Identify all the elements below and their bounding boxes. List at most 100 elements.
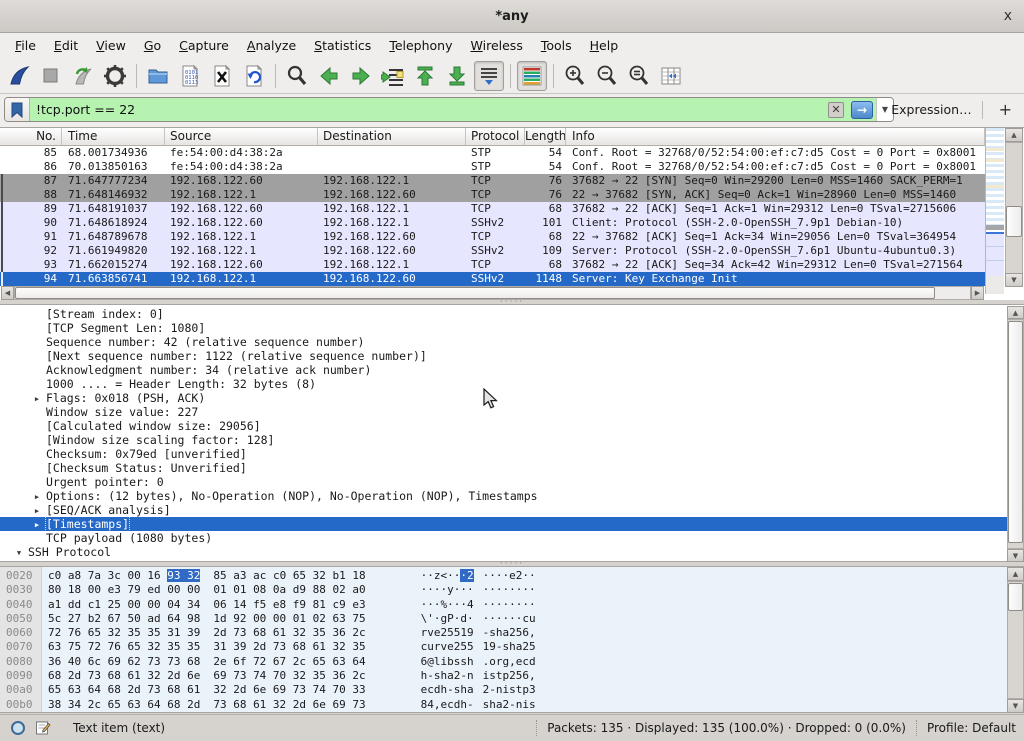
menu-wireless[interactable]: Wireless (462, 35, 532, 56)
colorize-toggle[interactable] (517, 61, 547, 91)
packet-row-94[interactable]: 9471.663856741192.168.122.1192.168.122.6… (0, 272, 985, 286)
detail-line[interactable]: Window size value: 227 (0, 405, 1014, 419)
hex-row-0030[interactable]: 003080 18 00 e3 79 ed 00 0001 01 08 0a d… (0, 583, 1000, 597)
find-packet-button[interactable] (282, 61, 312, 91)
go-last-button[interactable] (442, 61, 472, 91)
intelligent-scrollbar-minimap[interactable] (985, 128, 1004, 294)
packet-row-92[interactable]: 9271.661949820192.168.122.1192.168.122.6… (0, 244, 985, 258)
capture-comment-icon[interactable] (35, 720, 51, 736)
close-file-button[interactable] (207, 61, 237, 91)
zoom-original-button[interactable] (624, 61, 654, 91)
detail-line[interactable]: Acknowledgment number: 34 (relative ack … (0, 363, 1014, 377)
menu-analyze[interactable]: Analyze (238, 35, 305, 56)
save-file-button[interactable]: 010101100113 (175, 61, 205, 91)
packet-row-87[interactable]: 8771.647777234192.168.122.60192.168.122.… (0, 174, 985, 188)
menu-telephony[interactable]: Telephony (380, 35, 461, 56)
display-filter-input[interactable] (30, 98, 824, 121)
filter-clear-button[interactable]: ✕ (824, 98, 848, 121)
expression-button[interactable]: Expression… (891, 102, 971, 117)
menu-help[interactable]: Help (581, 35, 628, 56)
profile-text[interactable]: Profile: Default (927, 721, 1016, 735)
scroll-up-arrow-icon[interactable]: ▲ (1005, 128, 1023, 142)
filter-bookmark-button[interactable] (5, 98, 30, 121)
menu-edit[interactable]: Edit (45, 35, 87, 56)
go-forward-button[interactable] (346, 61, 376, 91)
menu-statistics[interactable]: Statistics (305, 35, 380, 56)
scroll-down-arrow-icon[interactable]: ▼ (1007, 549, 1024, 562)
hex-row-00b0[interactable]: 00b038 34 2c 65 63 64 68 2d73 68 61 32 2… (0, 698, 1000, 712)
zoom-out-button[interactable] (592, 61, 622, 91)
detail-line[interactable]: [TCP Segment Len: 1080] (0, 321, 1014, 335)
detail-line[interactable]: ▶Flags: 0x018 (PSH, ACK) (0, 391, 1014, 405)
hex-row-0090[interactable]: 009068 2d 73 68 61 32 2d 6e69 73 74 70 3… (0, 669, 1000, 683)
close-window-icon[interactable]: x (1004, 8, 1012, 24)
collapsed-arrow-icon[interactable]: ▶ (28, 504, 46, 517)
detail-line[interactable]: 1000 .... = Header Length: 32 bytes (8) (0, 377, 1014, 391)
scroll-right-arrow-icon[interactable]: ▶ (971, 286, 984, 300)
expert-info-icon[interactable] (10, 720, 26, 736)
hex-row-0080[interactable]: 008036 40 6c 69 62 73 73 682e 6f 72 67 2… (0, 655, 1000, 669)
collapsed-arrow-icon[interactable]: ▶ (28, 490, 46, 503)
packet-list-hscrollbar-thumb[interactable] (15, 287, 935, 299)
detail-line[interactable]: ▶Options: (12 bytes), No-Operation (NOP)… (0, 489, 1014, 503)
resize-columns-button[interactable] (656, 61, 686, 91)
column-header-proto[interactable]: Protocol (466, 128, 525, 145)
scroll-down-arrow-icon[interactable]: ▼ (1005, 273, 1023, 287)
stop-capture-button[interactable] (36, 61, 66, 91)
column-header-len[interactable]: Length (525, 128, 566, 145)
scroll-left-arrow-icon[interactable]: ◀ (1, 286, 14, 300)
scroll-up-arrow-icon[interactable]: ▲ (1007, 306, 1024, 319)
detail-line[interactable]: ▶[SEQ/ACK analysis] (0, 503, 1014, 517)
packet-row-86[interactable]: 8670.013850163fe:54:00:d4:38:2aSTP54Conf… (0, 160, 985, 174)
detail-line[interactable]: Sequence number: 42 (relative sequence n… (0, 335, 1014, 349)
auto-scroll-toggle[interactable] (474, 61, 504, 91)
detail-line[interactable]: [Window size scaling factor: 128] (0, 433, 1014, 447)
detail-line[interactable]: [Calculated window size: 29056] (0, 419, 1014, 433)
scroll-down-arrow-icon[interactable]: ▼ (1007, 699, 1024, 713)
collapsed-arrow-icon[interactable]: ▶ (28, 518, 46, 531)
capture-options-button[interactable] (100, 61, 130, 91)
go-first-button[interactable] (410, 61, 440, 91)
open-file-button[interactable] (143, 61, 173, 91)
hex-row-0040[interactable]: 0040a1 dd c1 25 00 00 04 3406 14 f5 e8 f… (0, 598, 1000, 612)
packet-row-90[interactable]: 9071.648618924192.168.122.60192.168.122.… (0, 216, 985, 230)
details-vscrollbar-thumb[interactable] (1008, 321, 1023, 543)
hex-row-0050[interactable]: 00505c 27 b2 67 50 ad 64 981d 92 00 00 0… (0, 612, 1000, 626)
zoom-in-button[interactable] (560, 61, 590, 91)
hex-row-00a0[interactable]: 00a065 63 64 68 2d 73 68 6132 2d 6e 69 7… (0, 683, 1000, 697)
column-header-src[interactable]: Source (165, 128, 318, 145)
packet-list-vscrollbar-thumb[interactable] (1006, 206, 1022, 237)
detail-line[interactable]: ▼SSH Protocol (0, 545, 1014, 559)
detail-line[interactable]: Urgent pointer: 0 (0, 475, 1014, 489)
go-back-button[interactable] (314, 61, 344, 91)
packet-row-88[interactable]: 8871.648146932192.168.122.1192.168.122.6… (0, 188, 985, 202)
packet-row-85[interactable]: 8568.001734936fe:54:00:d4:38:2aSTP54Conf… (0, 146, 985, 160)
menu-go[interactable]: Go (135, 35, 170, 56)
go-to-packet-button[interactable] (378, 61, 408, 91)
detail-line[interactable]: ▶[Timestamps] (0, 517, 1014, 531)
column-header-time[interactable]: Time (62, 128, 165, 145)
expanded-arrow-icon[interactable]: ▼ (10, 546, 28, 559)
detail-line[interactable]: [Next sequence number: 1122 (relative se… (0, 349, 1014, 363)
restart-capture-button[interactable] (68, 61, 98, 91)
packet-row-93[interactable]: 9371.662015274192.168.122.60192.168.122.… (0, 258, 985, 272)
collapsed-arrow-icon[interactable]: ▶ (28, 392, 46, 405)
titlebar[interactable]: *any x (0, 0, 1024, 33)
detail-line[interactable]: TCP payload (1080 bytes) (0, 531, 1014, 545)
column-header-no[interactable]: No. (0, 128, 62, 145)
detail-line[interactable]: Checksum: 0x79ed [unverified] (0, 447, 1014, 461)
menu-view[interactable]: View (87, 35, 135, 56)
detail-line[interactable]: [Checksum Status: Unverified] (0, 461, 1014, 475)
start-capture-button[interactable] (4, 61, 34, 91)
hex-row-0060[interactable]: 006072 76 65 32 35 35 31 392d 73 68 61 3… (0, 626, 1000, 640)
add-filter-button[interactable]: + (993, 100, 1018, 119)
filter-apply-button[interactable]: → (848, 98, 876, 121)
hex-row-0070[interactable]: 007063 75 72 76 65 32 35 3531 39 2d 73 6… (0, 640, 1000, 654)
hexdump-vscrollbar-thumb[interactable] (1008, 583, 1023, 611)
hex-row-0020[interactable]: 0020c0 a8 7a 3c 00 16 93 3285 a3 ac c0 6… (0, 569, 1000, 583)
packet-row-91[interactable]: 9171.648789678192.168.122.1192.168.122.6… (0, 230, 985, 244)
reload-file-button[interactable] (239, 61, 269, 91)
column-header-info[interactable]: Info (566, 128, 985, 145)
packet-row-89[interactable]: 8971.648191037192.168.122.60192.168.122.… (0, 202, 985, 216)
menu-tools[interactable]: Tools (532, 35, 581, 56)
